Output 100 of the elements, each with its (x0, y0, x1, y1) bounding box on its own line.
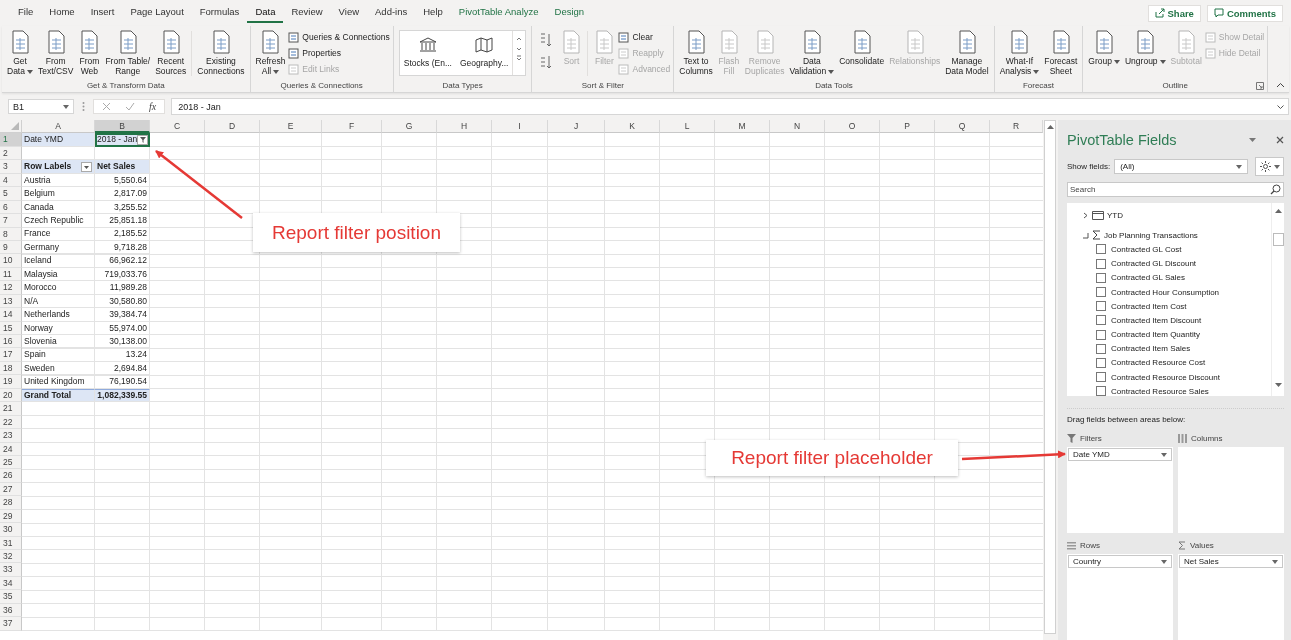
field-chip[interactable]: Country (1068, 555, 1172, 568)
insert-function-button[interactable]: fx (149, 101, 157, 112)
field-item[interactable]: Contracted Resource Discount (1111, 372, 1220, 382)
formula-field[interactable]: 2018 - Jan (171, 98, 1289, 115)
row-header[interactable]: 32 (0, 550, 22, 564)
row-header[interactable]: 23 (0, 429, 22, 443)
ribbon-tab[interactable]: Help (415, 3, 451, 23)
drop-area[interactable]: Date YMD (1067, 447, 1173, 533)
column-header[interactable]: A (22, 120, 95, 134)
row-header[interactable]: 14 (0, 308, 22, 322)
share-button[interactable]: Share (1147, 4, 1201, 22)
ribbon-tab[interactable]: Add-ins (367, 3, 416, 23)
checkbox[interactable] (1096, 386, 1106, 396)
column-header[interactable]: N (770, 120, 825, 134)
dropdown-icon[interactable] (1249, 138, 1256, 142)
checkbox[interactable] (1096, 329, 1106, 340)
field-item[interactable]: Contracted Item Quantity (1111, 330, 1200, 340)
vertical-scrollbar[interactable] (1044, 120, 1056, 634)
row-header[interactable]: 21 (0, 402, 22, 416)
enter-icon[interactable] (125, 102, 135, 111)
field-item[interactable]: Contracted Item Discount (1111, 315, 1202, 325)
ribbon-tab[interactable]: PivotTable Analyze (450, 3, 547, 23)
row-header[interactable]: 26 (0, 469, 22, 483)
column-header[interactable]: D (205, 120, 260, 134)
checkbox[interactable] (1096, 258, 1106, 269)
checkbox[interactable] (1096, 343, 1106, 354)
column-header[interactable]: P (880, 120, 935, 134)
column-header[interactable]: H (437, 120, 492, 134)
field-chip[interactable]: Net Sales (1179, 555, 1283, 568)
filter-button[interactable] (137, 134, 149, 145)
list-scrollbar[interactable] (1271, 203, 1284, 396)
gallery-option[interactable]: Geography... (455, 31, 513, 75)
ribbon-tab[interactable]: Review (283, 3, 331, 23)
cancel-icon[interactable] (102, 102, 111, 111)
gallery-option[interactable]: Stocks (En... (399, 31, 456, 75)
row-header[interactable]: 1 (0, 133, 22, 147)
dropdown-button[interactable] (81, 161, 92, 172)
column-header[interactable]: B (95, 120, 150, 134)
column-header[interactable]: R (990, 120, 1043, 134)
ribbon-button[interactable]: From Web (76, 28, 103, 78)
row-header[interactable]: 33 (0, 563, 22, 577)
field-chip[interactable]: Date YMD (1068, 448, 1172, 461)
ribbon-button[interactable]: Queries & Connections (288, 30, 390, 44)
ribbon-button[interactable]: What-If Analysis (997, 28, 1042, 78)
dialog-launcher-icon[interactable] (1256, 82, 1265, 90)
close-icon[interactable] (1276, 136, 1284, 144)
field-item[interactable]: Contracted Item Cost (1111, 301, 1187, 311)
column-header[interactable]: E (260, 120, 322, 134)
row-header[interactable]: 37 (0, 617, 22, 631)
column-header[interactable]: M (715, 120, 770, 134)
ribbon-button[interactable]: Refresh All (253, 28, 288, 78)
field-group[interactable]: YTD (1107, 210, 1123, 220)
field-item[interactable]: Contracted GL Sales (1111, 273, 1185, 283)
field-item[interactable]: Contracted Hour Consumption (1111, 287, 1220, 297)
scroll-thumb[interactable] (1272, 233, 1284, 246)
column-header[interactable]: K (605, 120, 660, 134)
checkbox[interactable] (1096, 372, 1106, 383)
field-item[interactable]: Contracted GL Cost (1111, 244, 1182, 254)
field-item[interactable]: Contracted Resource Cost (1111, 358, 1206, 368)
ribbon-button[interactable]: Get Data (5, 28, 35, 78)
scroll-up-icon[interactable] (1274, 208, 1282, 213)
column-header[interactable]: L (660, 120, 715, 134)
expand-icon[interactable] (1277, 104, 1284, 109)
row-header[interactable]: 17 (0, 348, 22, 362)
ribbon-button[interactable]: Existing Connections (195, 28, 247, 78)
column-header[interactable]: O (825, 120, 880, 134)
row-header[interactable]: 28 (0, 496, 22, 510)
checkbox[interactable] (1096, 244, 1106, 255)
column-header[interactable]: C (150, 120, 205, 134)
row-header[interactable]: 19 (0, 375, 22, 389)
checkbox[interactable] (1096, 315, 1106, 326)
ribbon-button[interactable]: Consolidate (837, 28, 887, 68)
row-header[interactable]: 35 (0, 590, 22, 604)
ribbon-button[interactable]: From Table/ Range (103, 28, 153, 78)
expand-icon[interactable] (1082, 211, 1089, 219)
ribbon-button[interactable]: Group (1086, 28, 1122, 68)
ribbon-button[interactable]: Data Validation (787, 28, 837, 78)
column-header[interactable]: F (322, 120, 382, 134)
ribbon-button[interactable]: Manage Data Model (943, 28, 991, 78)
ribbon-tab[interactable]: Data (247, 3, 284, 23)
column-header[interactable]: I (492, 120, 548, 134)
checkbox[interactable] (1096, 272, 1106, 283)
ribbon-button[interactable]: Forecast Sheet (1042, 28, 1080, 78)
drop-area[interactable]: Net Sales (1178, 554, 1284, 640)
ribbon-tab[interactable]: Home (41, 3, 83, 23)
collapse-ribbon-icon[interactable] (1276, 82, 1285, 88)
ribbon-button[interactable]: From Text/CSV (35, 28, 76, 78)
collapse-icon[interactable] (1082, 231, 1089, 239)
field-item[interactable]: Contracted Item Sales (1111, 344, 1191, 354)
comments-button[interactable]: Comments (1206, 4, 1283, 22)
checkbox[interactable] (1096, 301, 1106, 312)
column-header[interactable]: J (548, 120, 605, 134)
row-header[interactable]: 10 (0, 254, 22, 268)
name-box[interactable]: B1 (8, 99, 74, 114)
ribbon-button[interactable]: Clear (618, 30, 671, 44)
drag-handle-icon[interactable] (82, 101, 85, 112)
show-fields-dropdown[interactable]: (All) (1114, 159, 1248, 174)
drop-area[interactable]: Country (1067, 554, 1173, 640)
ribbon-tab[interactable]: Page Layout (122, 3, 192, 23)
search-field[interactable]: Search (1067, 182, 1284, 197)
